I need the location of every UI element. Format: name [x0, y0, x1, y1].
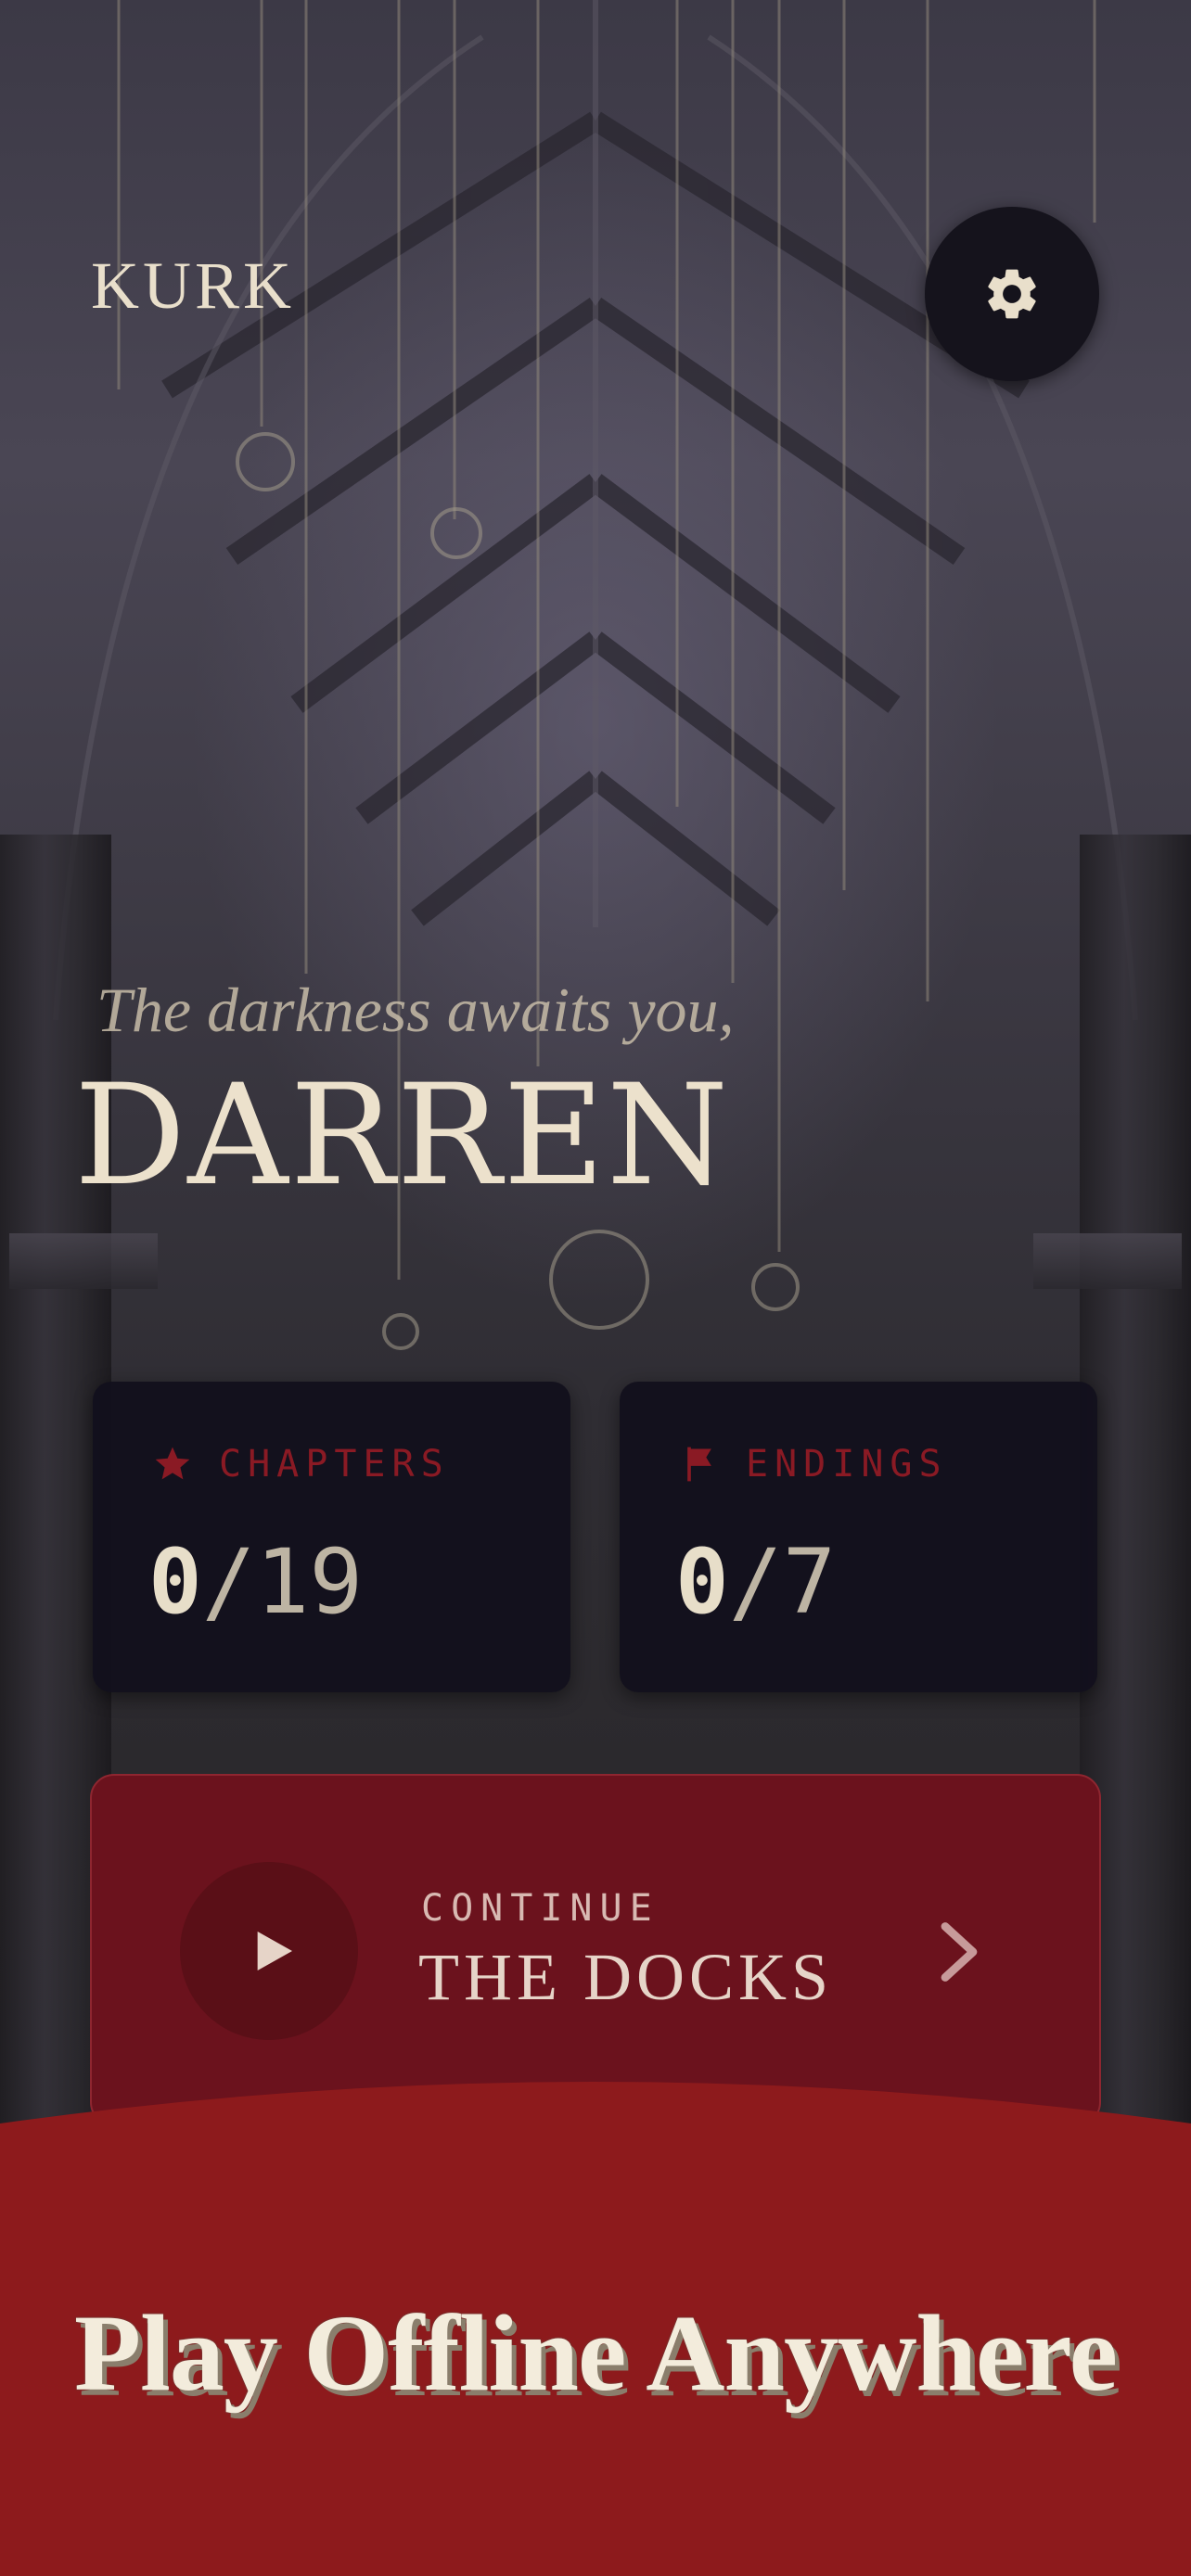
endings-stat-header: ENDINGS — [679, 1443, 948, 1486]
endings-stat-card: ENDINGS 0/7 — [620, 1382, 1097, 1692]
player-name: DARREN — [74, 1055, 731, 1217]
gear-icon — [988, 269, 1036, 319]
left-pillar-capital — [9, 1233, 158, 1289]
right-pillar-capital — [1033, 1233, 1182, 1289]
chapters-stat-card: CHAPTERS 0/19 — [93, 1382, 570, 1692]
chapters-label: CHAPTERS — [219, 1443, 450, 1486]
continue-chapter-title: THE DOCKS — [418, 1940, 834, 2014]
greeting-subtitle: The darkness awaits you, — [96, 975, 735, 1045]
chevron-right-icon — [941, 1922, 978, 1982]
chapters-value: 0/19 — [148, 1530, 363, 1634]
settings-button[interactable] — [925, 207, 1099, 381]
endings-value: 0/7 — [675, 1530, 836, 1634]
app-screen: KURK The darkness awaits you, DARREN CHA… — [0, 0, 1191, 2576]
chapters-current: 0 — [148, 1530, 202, 1634]
endings-current: 0 — [675, 1530, 729, 1634]
app-logo-title: KURK — [91, 249, 296, 323]
endings-total: 7 — [782, 1530, 837, 1634]
continue-label: CONTINUE — [421, 1887, 660, 1930]
star-icon — [155, 1447, 190, 1480]
chapters-stat-header: CHAPTERS — [152, 1443, 450, 1486]
endings-separator: / — [728, 1530, 783, 1634]
flag-icon — [687, 1447, 711, 1482]
play-icon — [257, 1932, 292, 1970]
chapters-total: 19 — [255, 1530, 364, 1634]
promo-headline: Play Offline Anywhere — [74, 2292, 1118, 2414]
endings-label: ENDINGS — [746, 1443, 948, 1486]
chapters-separator: / — [201, 1530, 256, 1634]
play-button[interactable] — [180, 1862, 358, 2040]
